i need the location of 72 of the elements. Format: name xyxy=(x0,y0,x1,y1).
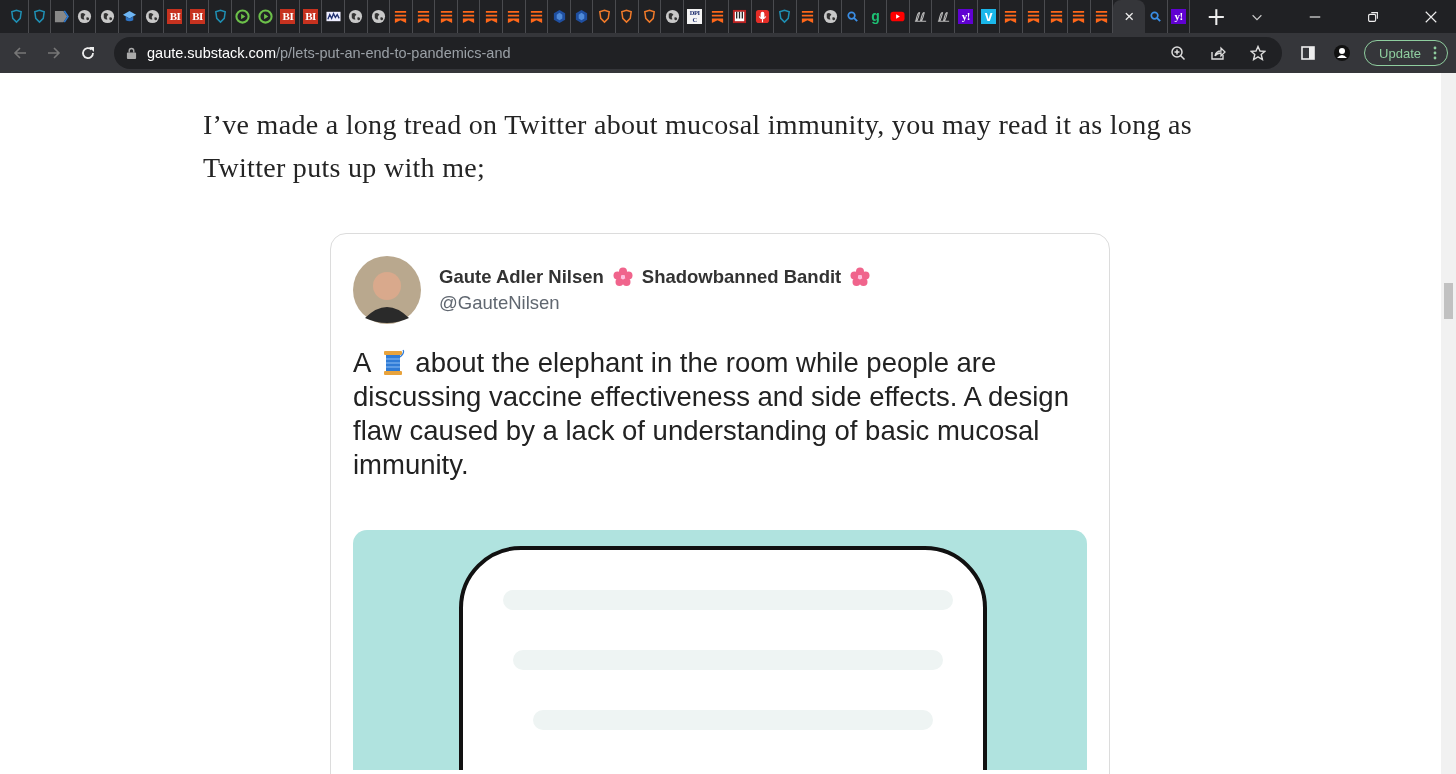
url-text: gaute.substack.com/p/lets-put-an-end-to-pandemics-and xyxy=(147,45,511,61)
bookmark-icon xyxy=(709,9,725,24)
tweet-text: about the elephant in the room while people are xyxy=(415,346,997,380)
bookmark-icon xyxy=(1026,9,1041,24)
new-tab-button[interactable]: + xyxy=(1202,4,1231,29)
star-icon[interactable] xyxy=(1250,45,1267,61)
globe-icon xyxy=(348,9,364,24)
bookmark-icon xyxy=(1003,9,1019,24)
hexagon-icon xyxy=(574,9,590,24)
reload-icon[interactable] xyxy=(80,45,96,61)
play-icon xyxy=(257,9,273,24)
bookmark-icon xyxy=(506,9,522,24)
script-icon xyxy=(935,9,951,24)
search-icon xyxy=(845,9,861,24)
back-icon[interactable] xyxy=(12,45,28,61)
favicon: y! xyxy=(958,9,974,24)
side-panel-icon[interactable] xyxy=(1300,45,1317,61)
favicon: BI xyxy=(303,9,318,24)
close-tab-icon[interactable]: × xyxy=(1124,8,1135,25)
video-icon xyxy=(890,9,906,24)
globe-icon xyxy=(822,9,838,24)
piano-icon xyxy=(732,9,748,24)
favicon: BI xyxy=(167,9,183,24)
tag-icon xyxy=(54,9,70,24)
bookmark-icon xyxy=(416,9,431,24)
bookmark-icon xyxy=(1048,9,1064,24)
article-paragraph: I’ve made a long tread on Twitter about mucosal immunity, you may read it as long as Twitter puts up with me; xyxy=(203,108,1193,185)
hexagon-icon xyxy=(551,9,567,24)
flower-icon xyxy=(612,267,633,287)
spool-icon xyxy=(381,349,406,377)
globe-icon xyxy=(664,9,680,24)
zoom-icon[interactable] xyxy=(1170,45,1187,61)
restore-icon[interactable] xyxy=(1366,9,1380,24)
author-name: Shadowbanned Bandit xyxy=(641,266,842,288)
tweet-text: discussing vaccine effectiveness and side effects. A design flaw caused by a lack of understanding of basic mucosal immunity. xyxy=(353,380,1070,482)
close-icon[interactable] xyxy=(1424,9,1438,24)
author-handle: @GauteNilsen xyxy=(439,292,561,314)
favicon: BI xyxy=(280,9,296,24)
favicon: BI xyxy=(190,9,206,24)
author-name: Gaute Adler Nilsen xyxy=(439,266,604,288)
favicon: y! xyxy=(1171,9,1186,24)
globe-icon xyxy=(99,9,115,24)
tweet-text: A xyxy=(353,346,372,380)
lock-icon xyxy=(126,46,137,60)
bookmark-icon xyxy=(1071,9,1087,24)
share-icon[interactable] xyxy=(1210,45,1227,61)
bookmark-icon xyxy=(461,9,477,24)
avatar xyxy=(353,256,421,324)
graduation-cap-icon xyxy=(122,9,138,24)
globe-icon xyxy=(77,9,93,24)
address-bar[interactable]: gaute.substack.com/p/lets-put-an-end-to-pandemics-and xyxy=(114,37,1283,69)
globe-icon xyxy=(370,9,386,24)
bookmark-icon xyxy=(393,9,409,24)
flower-icon xyxy=(850,267,871,287)
globe-icon xyxy=(144,9,160,24)
ticker-icon xyxy=(325,9,341,24)
bookmark-icon xyxy=(800,9,816,24)
scrollbar[interactable] xyxy=(1441,73,1456,774)
forward-icon[interactable] xyxy=(46,45,62,61)
microphone-icon xyxy=(754,9,770,24)
favicon: v xyxy=(980,9,996,24)
script-icon xyxy=(913,9,929,24)
browser-tab[interactable]: × xyxy=(1113,0,1146,33)
profile-icon[interactable] xyxy=(1334,45,1351,61)
browser-tab[interactable]: y! xyxy=(1167,0,1191,33)
bookmark-icon xyxy=(483,9,499,24)
bookmark-icon xyxy=(528,9,544,24)
more-icon xyxy=(1433,46,1437,60)
bookmark-icon xyxy=(438,9,454,24)
play-icon xyxy=(235,9,251,24)
bookmark-icon xyxy=(1093,9,1109,24)
search-icon xyxy=(1148,9,1164,24)
